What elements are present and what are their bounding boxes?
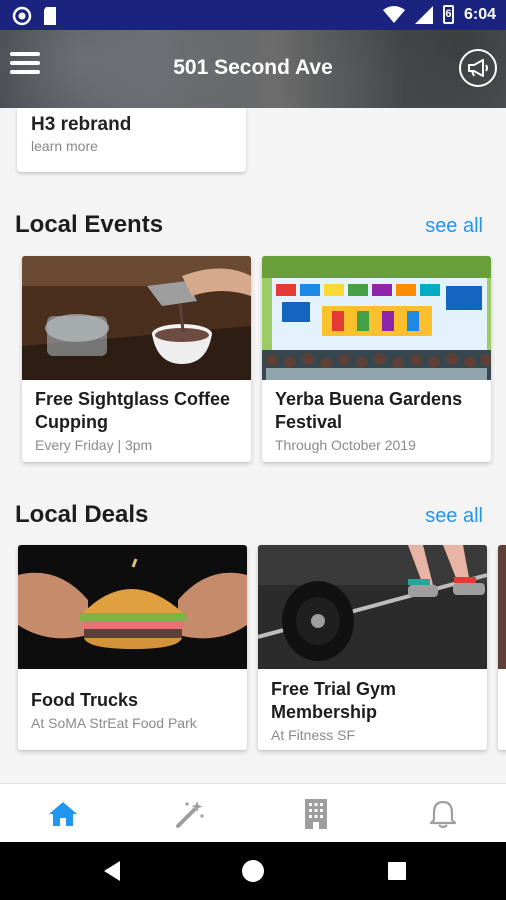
deal-card-gym[interactable]: Free Trial Gym Membership At Fitness SF — [258, 545, 487, 750]
system-navigation-bar — [0, 842, 506, 900]
building-icon — [305, 798, 327, 829]
battery-icon: 6 — [442, 5, 454, 24]
status-bar: 6 6:04 — [0, 0, 506, 30]
home-icon — [49, 801, 77, 826]
deal-card-food-trucks[interactable]: Food Trucks At SoMA StrEat Food Park — [18, 545, 247, 750]
recents-icon[interactable] — [385, 859, 409, 883]
event-title-line2: Cupping — [35, 412, 108, 432]
announcement-button[interactable] — [459, 49, 497, 87]
event-card-festival[interactable]: Yerba Buena Gardens Festival Through Oct… — [262, 256, 491, 462]
deal-subtitle: At Fitness SF — [271, 727, 356, 743]
sd-card-icon — [44, 7, 56, 25]
events-heading: Local Events — [15, 211, 164, 238]
deal-subtitle: At SoMA StrEat Food Park — [31, 715, 197, 731]
events-see-all-link[interactable]: see all — [425, 215, 483, 238]
nav-magic[interactable] — [127, 784, 253, 843]
feed-content[interactable]: H3 rebrand learn more Local Events see a… — [0, 108, 506, 783]
magic-wand-icon — [176, 800, 204, 828]
back-icon[interactable] — [100, 859, 124, 883]
promo-card[interactable]: H3 rebrand learn more — [17, 108, 246, 172]
nav-home[interactable] — [0, 784, 126, 843]
nav-notifications[interactable] — [380, 784, 506, 843]
event-card-coffee[interactable]: Free Sightglass Coffee Cupping Every Fri… — [22, 256, 251, 462]
megaphone-icon — [468, 59, 488, 77]
signal-icon — [414, 5, 433, 24]
wifi-icon — [382, 5, 405, 23]
battery-level: 6 — [445, 8, 452, 20]
coffee-image — [22, 256, 251, 380]
event-title-line2: Festival — [275, 412, 343, 432]
gym-image — [258, 545, 487, 669]
nav-building[interactable] — [253, 784, 379, 843]
sync-icon — [12, 6, 32, 26]
deal-title-line1: Food Trucks — [31, 690, 139, 710]
burger-image — [18, 545, 247, 669]
event-subtitle: Through October 2019 — [275, 437, 416, 453]
deals-heading: Local Deals — [15, 501, 149, 528]
promo-link[interactable]: learn more — [31, 138, 98, 154]
home-circle-icon[interactable] — [241, 859, 265, 883]
festival-image — [262, 256, 491, 380]
deal-title-line2: Membership — [271, 702, 378, 722]
event-subtitle: Every Friday | 3pm — [35, 437, 153, 453]
event-title-line1: Yerba Buena Gardens — [275, 389, 463, 409]
event-title-line1: Free Sightglass Coffee — [35, 389, 231, 409]
deals-see-all-link[interactable]: see all — [425, 505, 483, 528]
bell-icon — [429, 800, 457, 828]
deal-card-partial[interactable] — [498, 545, 506, 750]
status-time: 6:04 — [463, 5, 496, 23]
deal-partial-image — [498, 545, 506, 669]
deal-title-line1: Free Trial Gym — [271, 679, 397, 699]
page-title: 501 Second Ave — [173, 56, 333, 79]
promo-title: H3 rebrand — [31, 114, 132, 135]
bottom-navigation — [0, 783, 506, 842]
app-bar: 501 Second Ave — [0, 30, 506, 108]
